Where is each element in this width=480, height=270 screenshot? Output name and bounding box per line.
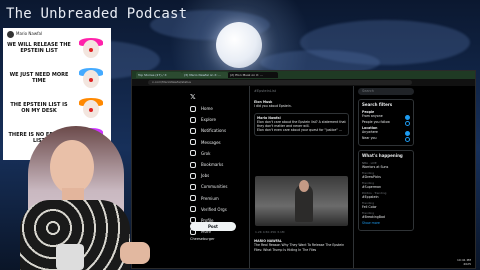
nav-label: Notifications bbox=[201, 128, 227, 134]
trend-item[interactable]: NBA · LIVE Warriors at Suns bbox=[362, 161, 410, 169]
search-icon bbox=[190, 116, 196, 123]
quoted-tweet[interactable]: Mario Nawfal Elon don't care about the E… bbox=[254, 112, 349, 136]
moon-graphic bbox=[216, 22, 262, 68]
x-icon bbox=[190, 195, 196, 202]
account-switcher[interactable]: Cheeseburger bbox=[190, 237, 215, 241]
nav-jobs[interactable]: Jobs bbox=[190, 170, 246, 181]
trend-item[interactable]: Trending Fell Color bbox=[362, 201, 410, 209]
nav-grok[interactable]: Grok bbox=[190, 148, 246, 159]
show-more-link[interactable]: Show more bbox=[362, 221, 410, 225]
filters-title: Search filters bbox=[362, 102, 393, 107]
nav-label: Bookmarks bbox=[201, 162, 224, 168]
trend-name: #DrewPicks bbox=[362, 174, 381, 179]
x-nav: 𝕏 Home Explore Notifications Messages Gr… bbox=[190, 93, 246, 237]
tweet-card-line-3: THE EPSTEIN LIST IS ON MY DESK bbox=[10, 102, 68, 114]
lightning-icon bbox=[190, 206, 196, 213]
video-person-head bbox=[299, 180, 309, 192]
whats-happening-box: What's happening NBA · LIVE Warriors at S… bbox=[358, 149, 414, 231]
browser-window: Top Stories (27) / X (3) Mario Nawfal on… bbox=[131, 70, 476, 269]
streamer-hand bbox=[120, 242, 150, 264]
browser-tab-active[interactable]: (2) Elon Musk on X: ... bbox=[228, 72, 278, 78]
browser-tab[interactable]: Top Stories (27) / X bbox=[136, 72, 182, 78]
nav-label: Premium bbox=[201, 195, 219, 201]
tweet-card-line-2: WE JUST NEED MORE TIME bbox=[9, 72, 69, 84]
trend-name: #Superman bbox=[362, 184, 382, 189]
trend-item[interactable]: Trending #DrewPicks bbox=[362, 171, 410, 179]
briefcase-icon bbox=[190, 172, 196, 179]
option-label: Near you bbox=[362, 136, 377, 141]
address-bar-row: x.com/MarioNawfal/status bbox=[132, 79, 475, 86]
tweet-text: I did you about Epstein. bbox=[254, 104, 292, 109]
home-icon bbox=[190, 105, 196, 112]
radio-icon[interactable] bbox=[405, 120, 410, 126]
stream-title: The Unbreaded Podcast bbox=[6, 6, 188, 22]
nav-home[interactable]: Home bbox=[190, 103, 246, 114]
microphone bbox=[56, 244, 84, 270]
nav-label: Verified Orgs bbox=[201, 206, 227, 212]
nav-label: Explore bbox=[201, 117, 217, 123]
search-filters-box: Search filters People From anyone People… bbox=[358, 99, 414, 146]
streamer-face bbox=[50, 140, 94, 194]
tweet-stats: 1.2K 4.5K 25K 3.1M bbox=[255, 230, 285, 234]
nav-label: Communities bbox=[201, 184, 228, 190]
taskbar-clock: 10:41 PM 2025 bbox=[457, 258, 471, 266]
nav-verified-orgs[interactable]: Verified Orgs bbox=[190, 204, 246, 215]
nav-notifications[interactable]: Notifications bbox=[190, 125, 246, 136]
radio-selected-icon[interactable] bbox=[405, 114, 410, 120]
quote-text: Elon don't care about the Epstein list? … bbox=[257, 119, 346, 129]
trend-name: Warriors at Suns bbox=[362, 164, 389, 169]
trend-item[interactable]: Politics · Trending #Eppstein bbox=[362, 191, 410, 199]
tab-bar: Top Stories (27) / X (3) Mario Nawfal on… bbox=[132, 71, 475, 79]
avatar bbox=[7, 31, 14, 38]
filter-option[interactable]: Near you bbox=[362, 136, 410, 142]
nav-bookmarks[interactable]: Bookmarks bbox=[190, 159, 246, 170]
bookmark-icon bbox=[190, 161, 196, 168]
nav-label: Jobs bbox=[201, 173, 210, 179]
option-label: People you follow bbox=[362, 119, 390, 124]
tweet-card-account: Mario Nawfal bbox=[16, 31, 43, 36]
grok-icon bbox=[190, 150, 196, 157]
address-bar[interactable]: x.com/MarioNawfal/status bbox=[148, 80, 412, 85]
trend-name: #BreakingBad bbox=[362, 214, 385, 219]
feed-header: #EpsteinList bbox=[254, 89, 277, 93]
nav-explore[interactable]: Explore bbox=[190, 114, 246, 125]
second-tweet-text: The Real Reason Why They Want To Release… bbox=[254, 243, 345, 252]
nav-premium[interactable]: Premium bbox=[190, 193, 246, 204]
trend-item[interactable]: Trending #BreakingBad bbox=[362, 211, 410, 219]
quote-subtext: Elon don't even care about your quest fo… bbox=[257, 128, 342, 133]
search-input[interactable]: Search bbox=[358, 88, 414, 95]
trend-item[interactable]: Trending #Superman bbox=[362, 181, 410, 189]
nav-label: Grok bbox=[201, 150, 211, 156]
nav-communities[interactable]: Communities bbox=[190, 181, 246, 192]
post-button[interactable]: Post bbox=[190, 222, 236, 231]
clown-image bbox=[75, 36, 107, 64]
mail-icon bbox=[190, 139, 196, 146]
people-icon bbox=[190, 183, 196, 190]
radio-icon[interactable] bbox=[405, 136, 410, 142]
clown-image bbox=[75, 66, 107, 94]
trend-name: Fell Color bbox=[362, 204, 377, 209]
trend-name: #Eppstein bbox=[362, 194, 379, 199]
video-player[interactable] bbox=[255, 176, 348, 226]
happening-title: What's happening bbox=[362, 152, 403, 158]
tweet[interactable]: Elon Musk I did you about Epstein. bbox=[250, 98, 353, 111]
browser-tab[interactable]: (3) Mario Nawfal on X: ... bbox=[182, 72, 228, 78]
second-tweet[interactable]: MARIO NAWFAL The Real Reason Why They Wa… bbox=[254, 239, 350, 252]
feed-column: #EpsteinList Elon Musk I did you about E… bbox=[249, 86, 354, 268]
tweet-card-line-1: WE WILL RELEASE THE EPSTEIN LIST bbox=[7, 42, 71, 54]
right-sidebar: Search Search filters People From anyone… bbox=[358, 88, 414, 235]
nav-messages[interactable]: Messages bbox=[190, 137, 246, 148]
nav-label: Home bbox=[201, 106, 213, 112]
nav-label: Messages bbox=[201, 139, 221, 145]
bell-icon bbox=[190, 127, 196, 134]
clock-date: 2025 bbox=[463, 262, 471, 266]
x-logo-icon[interactable]: 𝕏 bbox=[190, 93, 246, 103]
